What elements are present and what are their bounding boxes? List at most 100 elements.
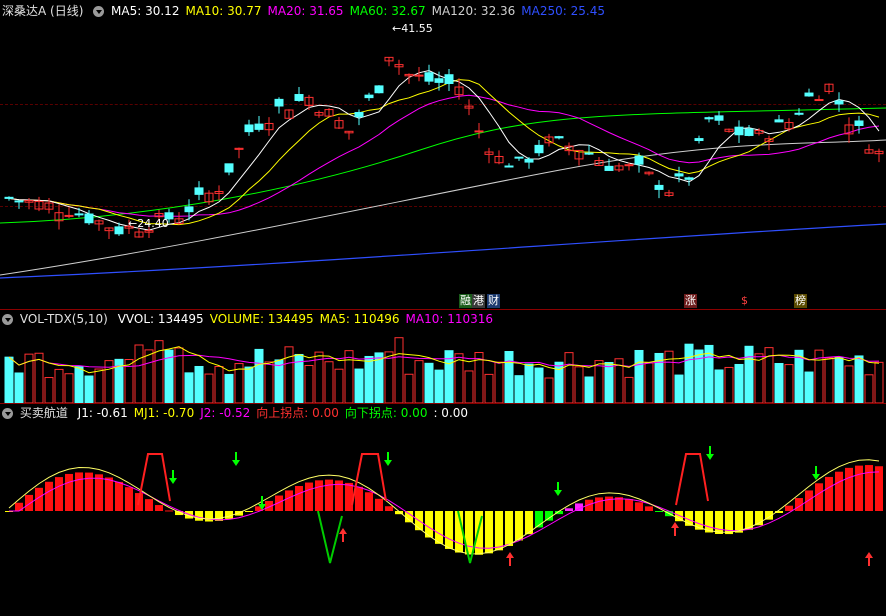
sell-arrow-icon (384, 452, 392, 466)
channel-bar (355, 486, 363, 511)
candle-body (364, 94, 374, 99)
sell-arrow-icon (812, 466, 820, 480)
indicator-menu-icon[interactable] (2, 314, 13, 325)
channel-bar (405, 511, 413, 523)
volume-bar (484, 373, 494, 403)
candle-body (524, 158, 534, 163)
volume-bar (424, 362, 434, 403)
volume-chart[interactable] (0, 328, 886, 403)
candle-body (184, 206, 194, 213)
volume-indicator-values: VVOL: 134495 VOLUME: 134495 MA5: 110496 MA1… (118, 312, 499, 326)
volume-bar (384, 351, 394, 403)
volume-bar (564, 352, 574, 403)
candle-body (274, 98, 284, 107)
event-marker-dollar[interactable]: $ (740, 294, 749, 308)
candle-body (624, 164, 634, 167)
channel-bar (635, 502, 643, 511)
buy-arrow-icon (506, 552, 514, 566)
candle-body (224, 163, 234, 173)
volume-bar (344, 350, 354, 403)
candle-body (424, 72, 434, 82)
trade-title[interactable]: 买卖航道 (20, 406, 68, 420)
channel-bar (645, 506, 653, 511)
volume-bar (414, 360, 424, 403)
channel-bar (655, 511, 663, 512)
volume-bar (364, 355, 374, 403)
volume-bar (74, 366, 84, 403)
candle-body (294, 94, 304, 101)
channel-bar (15, 502, 23, 511)
ma10-value: MA10: 30.77 (185, 4, 262, 18)
event-marker-limit-up[interactable]: 涨 (684, 294, 697, 308)
candle-body (704, 117, 714, 120)
candle-body (604, 165, 614, 171)
stock-title[interactable]: 深桑达A (日线) (2, 4, 83, 18)
volume-bar (754, 353, 764, 403)
volume-bar (254, 348, 264, 403)
channel-bar (715, 511, 723, 534)
volume-value: VOLUME: 134495 (209, 312, 314, 326)
channel-bar (835, 471, 843, 511)
volume-title[interactable]: VOL-TDX(5,10) (20, 312, 108, 326)
j2-value: J2: -0.52 (200, 406, 251, 420)
volume-bar (394, 337, 404, 403)
candle-body (654, 184, 664, 190)
volume-bar (514, 375, 524, 403)
channel-bar (445, 511, 453, 549)
volume-bar (604, 361, 614, 403)
volume-bar (204, 373, 214, 403)
channel-bar (155, 505, 163, 511)
channel-bar (385, 506, 393, 511)
vol-ma5-value: MA5: 110496 (319, 312, 400, 326)
candle-body (534, 144, 544, 154)
candle-body (854, 120, 864, 126)
candle-body (354, 111, 364, 118)
ma60-line (0, 107, 886, 224)
volume-bar (864, 374, 874, 403)
channel-bar (45, 481, 53, 511)
channel-bar (375, 498, 383, 511)
indicator-menu-icon[interactable] (93, 6, 105, 17)
volume-bar (784, 364, 794, 403)
trade-channel-chart[interactable] (0, 422, 886, 616)
volume-bar (824, 357, 834, 403)
event-marker-margin[interactable]: 融 (459, 294, 472, 308)
volume-bar (774, 363, 784, 403)
volume-bar (434, 369, 444, 403)
volume-bar (194, 365, 204, 403)
candle-body (504, 165, 514, 168)
channel-bar (495, 511, 503, 551)
sell-arrow-icon (706, 446, 714, 460)
channel-bar (565, 508, 573, 511)
event-marker-finance[interactable]: 财 (487, 294, 500, 308)
channel-bar (305, 482, 313, 511)
volume-bar (44, 377, 54, 403)
volume-bar (64, 373, 74, 403)
buy-arrow-icon (671, 522, 679, 536)
volume-bar (724, 366, 734, 403)
candle-body (794, 112, 804, 115)
channel-bar (315, 480, 323, 511)
channel-bar (55, 477, 63, 511)
volume-bar (134, 344, 144, 403)
event-marker-list[interactable]: 榜 (794, 294, 807, 308)
channel-bar (435, 511, 443, 544)
channel-bar (485, 511, 493, 554)
j1-value: J1: -0.61 (77, 406, 128, 420)
candlestick-chart[interactable]: ←41.55 ←24.40 (0, 20, 886, 310)
volume-bar (224, 373, 234, 403)
indicator-menu-icon[interactable] (2, 408, 13, 419)
ma20-line (8, 94, 880, 217)
channel-bar (25, 494, 33, 511)
channel-bar (105, 477, 113, 511)
channel-bar (875, 466, 883, 511)
channel-bar (365, 492, 373, 511)
high-price-label: ←41.55 (392, 22, 433, 35)
volume-bar (624, 376, 634, 403)
ma5-value: MA5: 30.12 (111, 4, 180, 18)
event-marker-hk[interactable]: 港 (472, 294, 485, 308)
candle-body (414, 74, 424, 77)
volume-bar (854, 355, 864, 403)
volume-bar (544, 377, 554, 403)
volume-bar (844, 365, 854, 403)
